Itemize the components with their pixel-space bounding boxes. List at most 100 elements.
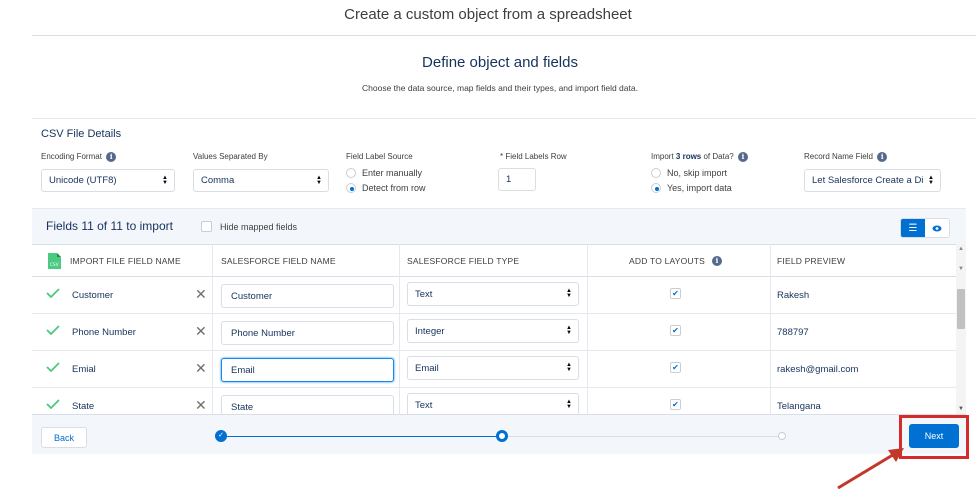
mapped-check-icon	[46, 288, 60, 298]
separator-value: Comma	[201, 175, 235, 186]
csv-file-icon: CSV	[48, 245, 61, 277]
label-source-label: Field Label Source	[346, 152, 413, 161]
table-row: Customer ✕ Customer Text ▲ ▼ ✔ Rakesh	[32, 277, 956, 314]
unmap-close-icon[interactable]: ✕	[195, 361, 207, 375]
sf-field-name-input[interactable]: Phone Number	[221, 321, 394, 345]
fields-bar: Fields 11 of 11 to import Hide mapped fi…	[32, 208, 966, 244]
separator-select[interactable]: Comma ▲ ▼	[193, 169, 329, 192]
import-yes-radio[interactable]: Yes, import data	[651, 183, 732, 193]
fields-table: CSV IMPORT FILE FIELD NAME SALESFORCE FI…	[32, 244, 956, 414]
import-field-name: State	[72, 401, 95, 412]
sf-field-type-select[interactable]: Integer ▲ ▼	[407, 319, 579, 343]
radio-on-icon	[346, 183, 356, 193]
info-icon[interactable]: i	[712, 256, 723, 266]
select-arrows-icon: ▲ ▼	[928, 174, 934, 186]
step-current-dot[interactable]	[496, 430, 508, 442]
sf-field-type-select[interactable]: Email ▲ ▼	[407, 356, 579, 380]
import-skip-radio[interactable]: No, skip import	[651, 168, 727, 178]
sf-field-name-input[interactable]: Email	[221, 358, 394, 382]
step-heading: Define object and fields	[422, 54, 578, 71]
scroll-down-arrow-icon[interactable]: ▼	[958, 406, 964, 412]
labels-row-value: 1	[506, 174, 512, 185]
step-complete-check-icon[interactable]: ✓	[215, 430, 227, 442]
table-row: State ✕ State Text ▲ ▼ ✔ Telangana	[32, 388, 956, 414]
labels-row-label: * Field Labels Row	[500, 152, 567, 161]
unmap-close-icon[interactable]: ✕	[195, 324, 207, 338]
encoding-value: Unicode (UTF8)	[49, 175, 117, 186]
fields-count: Fields 11 of 11 to import	[46, 219, 173, 233]
field-preview: 788797	[777, 327, 809, 338]
csv-details-title: CSV File Details	[41, 128, 122, 140]
select-arrows-icon: ▲ ▼	[316, 174, 322, 186]
sf-field-type-select[interactable]: Text ▲ ▼	[407, 393, 579, 414]
select-arrows-icon: ▲ ▼	[566, 288, 572, 299]
header-import-name: IMPORT FILE FIELD NAME	[70, 256, 181, 266]
import-label-suffix: of Data?	[701, 152, 734, 162]
import-field-name: Emial	[72, 364, 96, 375]
add-to-layouts-checkbox[interactable]: ✔	[670, 399, 681, 410]
select-arrows-icon: ▲ ▼	[162, 174, 168, 186]
add-to-layouts-checkbox[interactable]: ✔	[670, 288, 681, 299]
import-data-label: Import 3 rows of Data? i	[651, 152, 748, 162]
add-to-layouts-checkbox[interactable]: ✔	[670, 325, 681, 336]
add-to-layouts-checkbox[interactable]: ✔	[670, 362, 681, 373]
next-button[interactable]: Next	[909, 424, 959, 448]
field-preview: rakesh@gmail.com	[777, 364, 859, 375]
record-name-label: Record Name Field i	[804, 152, 888, 162]
encoding-label-text: Encoding Format	[41, 152, 102, 162]
radio-label: No, skip import	[667, 168, 728, 178]
mapped-check-icon	[46, 399, 60, 409]
progress-line-done	[221, 436, 501, 437]
header-sf-name: SALESFORCE FIELD NAME	[221, 256, 336, 266]
table-header: CSV IMPORT FILE FIELD NAME SALESFORCE FI…	[32, 244, 956, 277]
header-add-layouts-text: ADD TO LAYOUTS	[629, 256, 706, 266]
import-field-name: Customer	[72, 290, 114, 301]
labels-row-input[interactable]: 1	[498, 168, 536, 191]
record-name-label-text: Record Name Field	[804, 152, 873, 162]
label-source-manual-radio[interactable]: Enter manually	[346, 168, 422, 178]
svg-text:CSV: CSV	[50, 262, 59, 267]
mapped-check-icon	[46, 325, 60, 335]
sf-field-name-input[interactable]: Customer	[221, 284, 394, 308]
callout-arrow-icon	[837, 448, 904, 490]
unmap-close-icon[interactable]: ✕	[195, 398, 207, 412]
select-arrows-icon: ▲ ▼	[566, 362, 572, 373]
header-sf-type: SALESFORCE FIELD TYPE	[407, 256, 520, 266]
unmap-close-icon[interactable]: ✕	[195, 287, 207, 301]
sf-field-type-select[interactable]: Text ▲ ▼	[407, 282, 579, 306]
header-add-layouts: ADD TO LAYOUTS i	[629, 245, 723, 277]
preview-eye-icon[interactable]	[925, 219, 949, 237]
info-icon[interactable]: i	[737, 152, 748, 162]
select-arrows-icon: ▲ ▼	[566, 399, 572, 410]
hide-mapped-checkbox[interactable]: Hide mapped fields	[201, 221, 297, 232]
wizard-title: Create a custom object from a spreadshee…	[344, 6, 632, 23]
scroll-up-arrow-icon[interactable]: ▼	[958, 266, 964, 272]
label-source-detect-radio[interactable]: Detect from row	[346, 183, 426, 193]
radio-on-icon	[651, 183, 661, 193]
field-preview: Rakesh	[777, 290, 810, 301]
table-scrollbar[interactable]: ▲ ▼ ▼	[956, 244, 966, 414]
mapped-check-icon	[46, 362, 60, 372]
step-pending-dot[interactable]	[778, 432, 786, 440]
import-label-prefix: Import	[651, 152, 676, 162]
radio-off-icon	[651, 168, 661, 178]
info-icon[interactable]: i	[877, 152, 888, 162]
encoding-select[interactable]: Unicode (UTF8) ▲ ▼	[41, 169, 175, 192]
scroll-up-arrow-icon[interactable]: ▲	[958, 246, 964, 252]
title-divider	[32, 35, 976, 36]
import-label-rows: 3 rows	[675, 152, 702, 162]
checkbox-empty-icon	[201, 221, 212, 232]
radio-off-icon	[346, 168, 356, 178]
back-button[interactable]: Back	[41, 427, 87, 448]
select-arrows-icon: ▲ ▼	[566, 325, 572, 336]
table-row: Phone Number ✕ Phone Number Integer ▲ ▼ ✔…	[32, 314, 956, 351]
field-preview: Telangana	[777, 401, 821, 412]
view-toggle: ☰	[900, 218, 950, 238]
progress-line-remaining	[502, 436, 782, 437]
sf-field-name-input[interactable]: State	[221, 395, 394, 414]
scroll-thumb[interactable]	[957, 289, 965, 329]
header-preview: FIELD PREVIEW	[777, 256, 846, 266]
record-name-select[interactable]: Let Salesforce Create a Di ▲ ▼	[804, 169, 941, 192]
list-view-icon[interactable]: ☰	[901, 219, 925, 237]
info-icon[interactable]: i	[106, 152, 117, 162]
